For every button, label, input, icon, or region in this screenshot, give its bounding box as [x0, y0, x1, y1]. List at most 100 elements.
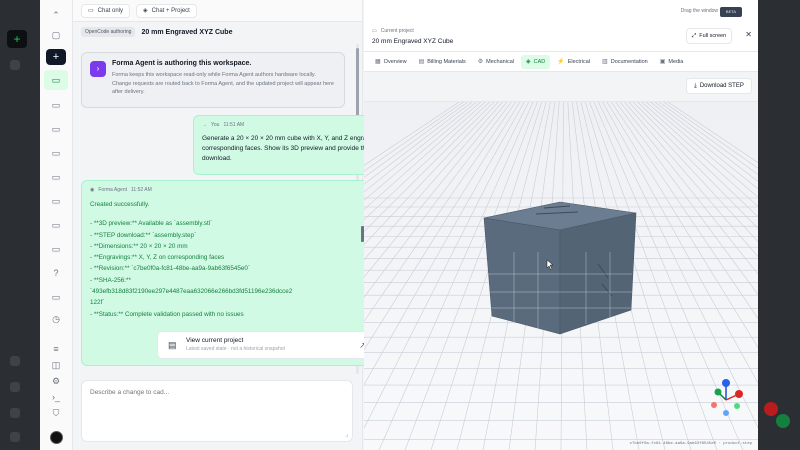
terminal-icon: › [90, 61, 106, 77]
agent-message-body: Created successfully. - **3D preview:** … [90, 199, 374, 320]
cube-icon: ◈ [143, 8, 148, 14]
download-step-label: Download STEP [699, 83, 744, 89]
tab-overview[interactable]: ▦ Overview [370, 55, 412, 69]
tab-icon: ⚙ [477, 59, 484, 65]
terminal-icon[interactable]: ›_ [49, 390, 63, 404]
tab-media[interactable]: ▣ Media [655, 55, 689, 69]
avatar[interactable] [50, 431, 63, 444]
gizmo-y-handle[interactable] [714, 388, 722, 396]
authoring-notice: › Forma Agent is authoring this workspac… [81, 52, 345, 108]
tab-cad[interactable]: ◈ CAD [521, 54, 551, 69]
outer-avatar [776, 414, 790, 428]
cube-front-face [483, 217, 561, 335]
resize-grip-icon[interactable]: ⌟ [345, 431, 348, 438]
authoring-badge: OpenCode authoring [81, 27, 136, 37]
history-icon[interactable]: ◷ [49, 312, 63, 326]
tab-icon: ◈ [526, 59, 531, 65]
cube-model[interactable] [483, 201, 637, 335]
gizmo-z-handle[interactable] [722, 379, 730, 387]
axis-gizmo[interactable] [711, 379, 743, 416]
chat-panel: ▭ Chat only ◈ Chat + Project OpenCode auth… [73, 0, 419, 450]
close-icon[interactable]: ✕ [745, 30, 752, 39]
agent-icon: ◉ [90, 187, 95, 193]
fullscreen-button[interactable]: ⤢ Full screen [686, 28, 732, 44]
revision-footer: c7be0f0a-fc81-48be-aa9a-9ab63f6545e0 · p… [629, 442, 752, 446]
home-icon[interactable]: ▢ [49, 28, 63, 42]
outer-desktop-sidebar: + [0, 0, 40, 450]
tab-label: CAD [533, 58, 546, 65]
message-meta: ◉ Forma Agent 11:52 AM [90, 187, 374, 193]
chat-project-label: Chat + Project [151, 7, 190, 14]
new-chat-button[interactable]: + [46, 49, 66, 65]
chat-icon[interactable]: ▭ [49, 242, 63, 256]
layers-icon[interactable]: ◫ [49, 358, 63, 372]
chat-icon[interactable]: ▭ [49, 98, 63, 112]
outer-app-icon[interactable] [10, 432, 20, 442]
shield-icon[interactable]: ⛉ [49, 406, 63, 420]
outer-app-icon[interactable] [10, 356, 20, 366]
chat-only-tab[interactable]: ▭ Chat only [81, 3, 131, 18]
chat-project-tab[interactable]: ◈ Chat + Project [136, 3, 197, 18]
message-line: - **STEP download:** `assembly.step` [90, 231, 197, 239]
cad-viewport[interactable]: c7be0f0a-fc81-48be-aa9a-9ab63f6545e0 · p… [364, 102, 758, 450]
chat-icon[interactable]: ▭ [49, 122, 63, 136]
cad-toolbar: ⤓ Download STEP [364, 72, 758, 102]
chat-icon[interactable]: ▭ [49, 146, 63, 160]
chat-icon[interactable]: ▭ [49, 290, 63, 304]
current-project-text: Current project [380, 28, 414, 34]
chat-title: 20 mm Engraved XYZ Cube [141, 28, 233, 36]
outer-app-icon[interactable] [10, 408, 20, 418]
tab-label: Media [668, 58, 684, 65]
view-project-card[interactable]: ▤ View current project Latest saved stat… [157, 331, 375, 359]
chat-active-icon[interactable]: ▭ [44, 70, 68, 90]
outer-app-icon[interactable] [10, 382, 20, 392]
gizmo-x-handle[interactable] [735, 390, 743, 398]
project-card-subtitle: Latest saved state · not a historical sn… [186, 346, 285, 352]
database-icon[interactable]: ≡ [49, 342, 63, 356]
gizmo-neg-y-handle[interactable] [734, 403, 740, 409]
message-time: 11:52 AM [131, 187, 152, 193]
outer-app-icon[interactable] [10, 60, 20, 70]
view-mode-bar: ▭ Chat only ◈ Chat + Project [73, 0, 362, 22]
outer-desktop-right [758, 0, 800, 450]
message-line: - **Status:** Complete validation passed… [90, 310, 244, 318]
current-project-label: ▭ Current project [372, 28, 414, 34]
drag-handle[interactable]: BETA [720, 7, 742, 17]
message-input[interactable] [90, 389, 330, 396]
download-icon: ⤓ [694, 82, 697, 89]
preview-header: Drag the window BETA ▭ Current project 20… [364, 0, 758, 52]
chat-icon[interactable]: ▭ [49, 218, 63, 232]
tab-mechanical[interactable]: ⚙ Mechanical [473, 55, 519, 69]
download-step-button[interactable]: ⤓ Download STEP [686, 78, 752, 94]
chat-icon[interactable]: ▭ [49, 194, 63, 208]
message-composer[interactable]: ⌟ [81, 380, 353, 442]
cad-scene[interactable] [364, 102, 758, 450]
settings-icon[interactable]: ⚙ [49, 374, 63, 388]
project-name: 20 mm Engraved XYZ Cube [372, 38, 454, 45]
project-card-title: View current project [186, 337, 244, 344]
tab-label: Overview [383, 58, 407, 65]
gizmo-neg-z-handle[interactable] [723, 410, 729, 416]
icon-rail: ⌃ ▢ + ▭ ▭ ▭ ▭ ▭ ▭ ▭ ▭ ? ▭ ◷ ≡ ◫ ⚙ ›_ ⛉ [40, 0, 73, 450]
message-line: 122f` [90, 299, 105, 307]
cube-right-face [559, 212, 637, 335]
outer-new-icon[interactable]: + [7, 30, 27, 48]
drag-hint: Drag the window [680, 8, 718, 14]
fullscreen-label: Full screen [699, 33, 727, 39]
message-sender: You [211, 122, 220, 128]
message-time: 11:51 AM [223, 122, 245, 128]
message-line: - **SHA-256:** [90, 276, 131, 284]
app-window: ⌃ ▢ + ▭ ▭ ▭ ▭ ▭ ▭ ▭ ▭ ? ▭ ◷ ≡ ◫ ⚙ ›_ ⛉ ▭… [40, 0, 758, 450]
help-icon[interactable]: ? [49, 266, 63, 280]
message-line: `493efb318d83f2190ee297e4487eaa632066e26… [90, 288, 293, 296]
chat-icon[interactable]: ▭ [49, 170, 63, 184]
chat-icon: ▭ [88, 8, 94, 14]
project-preview-panel: Drag the window BETA ▭ Current project 20… [364, 0, 758, 450]
message-line: - **Revision:** `c7be0f0a-fc81-48be-aa9a… [90, 265, 250, 273]
tab-electrical[interactable]: ⚡ Electrical [552, 55, 595, 69]
tab-documentation[interactable]: ▥ Documentation [597, 55, 653, 69]
tab-billing-materials[interactable]: ▤ Billing Materials [414, 55, 471, 69]
tab-label: Billing Materials [427, 58, 466, 65]
chat-only-label: Chat only [97, 7, 124, 14]
gizmo-neg-x-handle[interactable] [711, 402, 717, 408]
